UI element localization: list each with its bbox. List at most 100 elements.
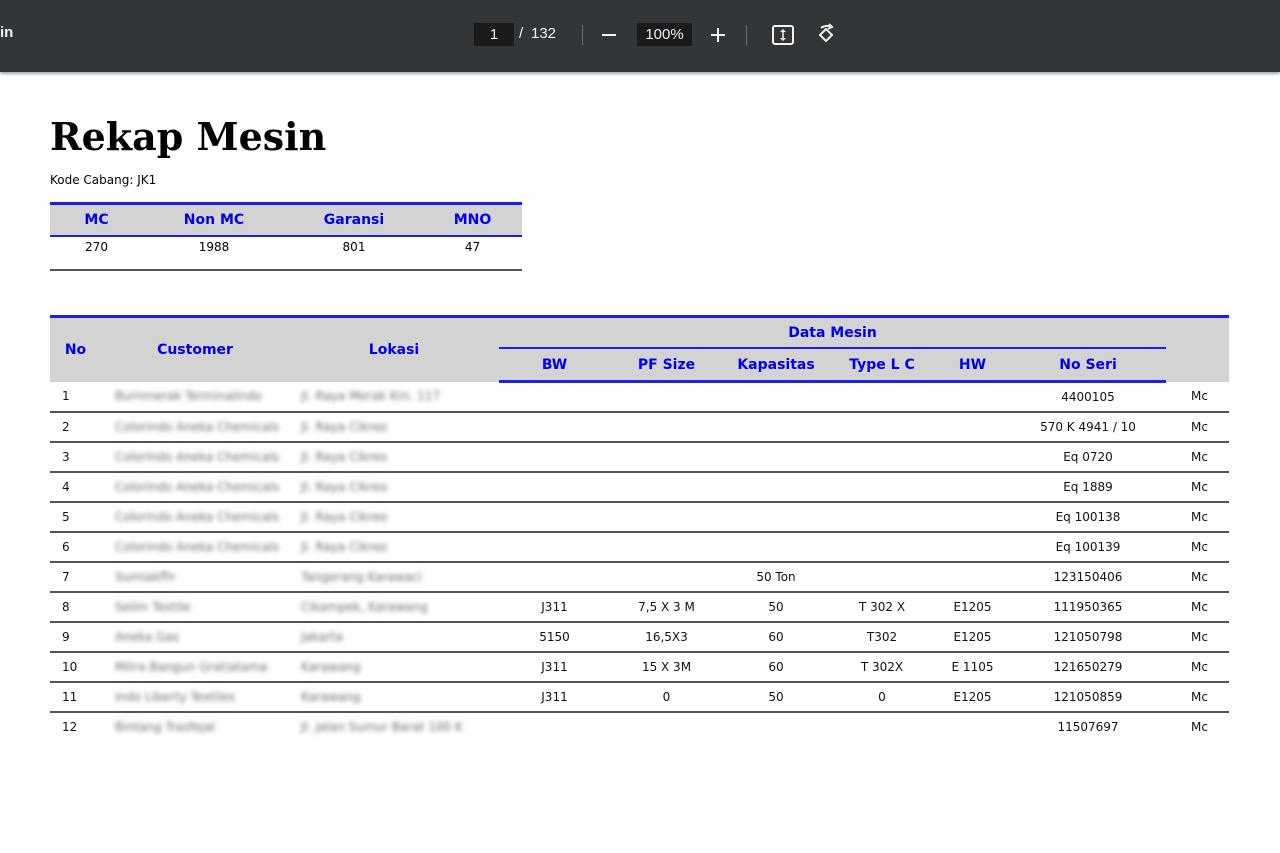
row-kapasitas (723, 502, 829, 533)
row-pf-size (610, 472, 723, 503)
row-no-seri: 4400105 (1010, 381, 1167, 413)
row-no-seri: Eq 0720 (1010, 442, 1167, 473)
row-no-seri: Eq 100138 (1010, 502, 1167, 533)
summary-value-mc: 270 (50, 236, 143, 271)
row-machine-type: Mc (1166, 562, 1230, 593)
row-lokasi: Jl. Raya Cikreo (289, 502, 499, 533)
row-kapasitas: 60 (723, 622, 829, 653)
header-kapasitas: Kapasitas (723, 349, 829, 383)
row-kapasitas (723, 712, 829, 741)
row-machine-type: Mc (1166, 652, 1230, 683)
row-hw: E1205 (935, 622, 1010, 653)
zoom-in-button[interactable] (703, 20, 733, 50)
row-hw (935, 712, 1010, 741)
row-machine-type: Mc (1166, 622, 1230, 653)
row-customer: Indo Liberty Textiles (101, 682, 289, 713)
row-number: 8 (50, 592, 101, 623)
row-no-seri: 570 K 4941 / 10 (1010, 412, 1167, 443)
row-kapasitas (723, 381, 829, 413)
row-hw (935, 442, 1010, 473)
document-title: in (0, 24, 14, 41)
row-hw (935, 502, 1010, 533)
summary-value-mno: 47 (423, 236, 522, 271)
row-no-seri: 121050798 (1010, 622, 1167, 653)
row-customer: Colorindo Aneka Chemicals (101, 442, 289, 473)
row-machine-type: Mc (1166, 682, 1230, 713)
row-machine-type: Mc (1166, 412, 1230, 443)
row-pf-size (610, 712, 723, 741)
table-row: 7 Sumiakffn Tangerang Karawaci 50 Ton 123150… (50, 562, 1230, 593)
row-pf-size: 0 (610, 682, 723, 713)
row-no-seri: 123150406 (1010, 562, 1167, 593)
row-kapasitas: 60 (723, 652, 829, 683)
row-type-lc (829, 472, 935, 503)
row-number: 3 (50, 442, 101, 473)
row-kapasitas (723, 472, 829, 503)
header-hw: HW (935, 349, 1010, 383)
summary-value-non-mc: 1988 (143, 236, 285, 271)
row-no-seri: 121050859 (1010, 682, 1167, 713)
row-number: 10 (50, 652, 101, 683)
row-bw (499, 562, 610, 593)
header-no: No (50, 315, 101, 382)
row-pf-size (610, 532, 723, 563)
row-type-lc (829, 532, 935, 563)
header-blank (1166, 315, 1230, 382)
row-pf-size: 16,5X3 (610, 622, 723, 653)
row-hw (935, 412, 1010, 443)
row-machine-type: Mc (1191, 720, 1208, 734)
table-row: 12 Bintang Trasfejal Jl. Jalan Sumur Barat… (50, 712, 1229, 741)
row-pf-size (610, 412, 723, 443)
row-kapasitas: 50 (723, 592, 829, 623)
header-no-seri: No Seri (1010, 349, 1167, 383)
row-pf-size (610, 442, 723, 473)
machines-table: No Customer Lokasi Data Mesin BW PF Size… (50, 315, 1230, 741)
row-bw (499, 472, 610, 503)
row-pf-size (610, 381, 723, 413)
row-type-lc: T302 (829, 622, 935, 653)
row-lokasi: Karawang (289, 682, 499, 713)
header-type-lc: Type L C (829, 349, 935, 383)
rotate-button[interactable] (811, 20, 841, 50)
row-kapasitas (723, 532, 829, 563)
row-pf-size: 15 X 3M (610, 652, 723, 683)
row-hw: E1205 (935, 682, 1010, 713)
table-row: 9 Aneka Gas Jakarta 5150 16,5X3 60 T302 E1205 12… (50, 622, 1230, 653)
toolbar-divider (746, 25, 747, 45)
row-type-lc: T 302X (829, 652, 935, 683)
summary-header-mno: MNO (423, 202, 522, 237)
summary-table: MC Non MC Garansi MNO 270 1988 801 47 (50, 202, 522, 271)
row-kapasitas: 50 (723, 682, 829, 713)
table-row: 10 Mitra Bangun Gratiatama Karawang J311 15 … (50, 652, 1230, 683)
branch-code: Kode Cabang: JK1 (50, 173, 157, 187)
row-lokasi: Jl. Raya Cikreo (289, 472, 499, 503)
row-bw (499, 381, 610, 413)
row-number: 5 (50, 502, 101, 533)
row-customer: Colorindo Aneka Chemicals (101, 532, 289, 563)
summary-header-garansi: Garansi (285, 202, 423, 237)
row-lokasi: Jakarta (289, 622, 499, 653)
header-lokasi: Lokasi (289, 315, 499, 382)
row-machine-type: Mc (1166, 472, 1230, 503)
row-bw: J311 (499, 652, 610, 683)
row-lokasi: Jl. Raya Cikreo (289, 532, 499, 563)
table-row: 8 Selim Textile Cikampek, Karawang J311 7,5 … (50, 592, 1230, 623)
fit-page-button[interactable] (768, 20, 798, 50)
zoom-level-input[interactable] (637, 23, 692, 46)
page-title: Rekap Mesin (50, 114, 327, 159)
fit-page-icon (772, 25, 794, 45)
table-row: 6 Colorindo Aneka Chemicals Jl. Raya Cikre… (50, 532, 1230, 563)
row-kapasitas (723, 442, 829, 473)
row-no-seri: Eq 100139 (1010, 532, 1167, 563)
row-machine-type: Mc (1166, 381, 1230, 413)
row-hw: E 1105 (935, 652, 1010, 683)
zoom-out-button[interactable] (594, 20, 624, 50)
row-customer: Aneka Gas (101, 622, 289, 653)
page-number-input[interactable] (474, 23, 514, 46)
row-type-lc (829, 562, 935, 593)
row-type-lc: 0 (829, 682, 935, 713)
row-hw (935, 562, 1010, 593)
row-lokasi: Karawang (289, 652, 499, 683)
row-kapasitas: 50 Ton (723, 562, 829, 593)
row-kapasitas (723, 412, 829, 443)
